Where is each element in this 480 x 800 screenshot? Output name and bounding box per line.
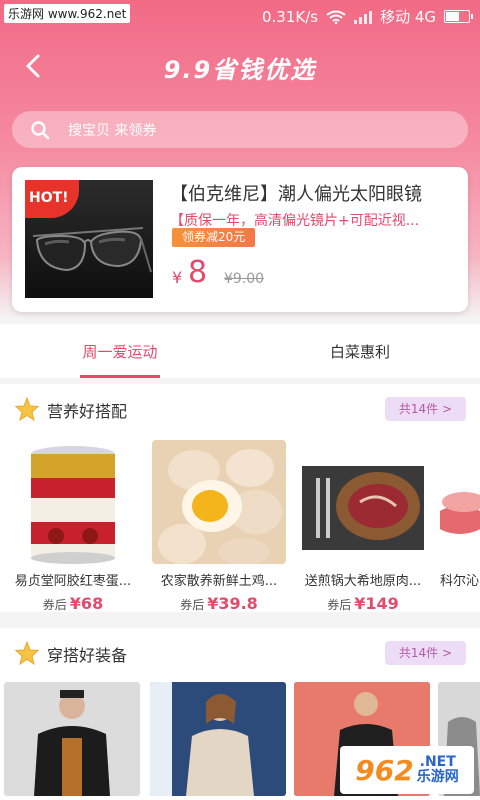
page-title: 9.9省钱优选 (163, 56, 317, 84)
price-value: ¥149 (354, 594, 399, 612)
status-bar: 乐游网 www.962.net 0.31K/s 移动 4G (0, 0, 480, 32)
section-title: 穿搭好装备 (47, 646, 128, 665)
product-price: 券后 ¥149 (296, 594, 430, 612)
product-row: 易贞堂阿胶红枣蛋... 券后¥68 农家散养新鲜土鸡... 券后¥39.8 (0, 432, 480, 612)
logo-number: 962 (355, 753, 414, 787)
steak-image (296, 440, 430, 564)
eggs-image (152, 440, 286, 564)
star-icon (15, 641, 39, 665)
meat-rolls-image (440, 440, 480, 564)
product-card[interactable]: 科尔沁 (440, 440, 480, 589)
network-speed: 0.31K/s (261, 7, 319, 26)
category-tabs: 周一爱运动 白菜惠利 (0, 324, 480, 378)
logo-text: .NET 乐游网 (416, 753, 459, 786)
featured-description: 【质保一年，高清偏光镜片+可配近视... (170, 213, 420, 229)
carrier-label: 移动 4G (380, 8, 436, 26)
featured-title: 【伯克维尼】潮人偏光太阳眼镜 (170, 184, 422, 205)
product-card[interactable]: 送煎锅大希地原肉... 券后 ¥149 (296, 440, 430, 612)
site-logo-watermark: 962 .NET 乐游网 (340, 746, 474, 794)
price-label: 券后 (327, 598, 352, 612)
search-icon (31, 120, 50, 139)
logo-net: .NET (419, 753, 456, 770)
product-price: 券后 ¥68 (6, 594, 140, 612)
wifi-icon (326, 10, 346, 24)
tab-label: 白菜惠利 (329, 343, 390, 361)
featured-price: 8 (188, 255, 208, 290)
section-more-button[interactable]: 共14件 > (384, 397, 466, 421)
product-name: 送煎锅大希地原肉... (304, 574, 422, 589)
battery-icon (444, 10, 473, 23)
price-label: 券后 (180, 598, 205, 612)
product-price: 券后 ¥39.8 (152, 594, 286, 612)
original-price: ¥9.00 (224, 271, 265, 287)
tab-cabbage-deals[interactable]: 白菜惠利 (240, 324, 480, 378)
product-name: 易贞堂阿胶红枣蛋... (14, 574, 132, 589)
tab-monday-sports[interactable]: 周一爱运动 (0, 324, 240, 378)
star-icon (15, 397, 39, 421)
logo-site: 乐游网 (416, 769, 459, 785)
product-name: 农家散养新鲜土鸡... (160, 574, 278, 589)
clothing-image[interactable] (4, 682, 140, 796)
section-title: 营养好搭配 (47, 402, 128, 421)
product-name: 科尔沁 (440, 574, 480, 589)
site-watermark: 乐游网 www.962.net (4, 4, 131, 23)
featured-product-card[interactable]: HOT! 【伯克维尼】潮人偏光太阳眼镜 【质保一年，高清偏光镜片+可配近视...… (12, 167, 468, 312)
price-value: ¥39.8 (207, 594, 258, 612)
coupon-tag[interactable]: 领券减20元 (172, 228, 256, 247)
section-more-button[interactable]: 共14件 > (384, 641, 466, 665)
product-card[interactable]: 易贞堂阿胶红枣蛋... 券后 ¥68 (6, 440, 140, 612)
sunglasses-image: HOT! (25, 180, 153, 298)
price-currency: ¥ (172, 268, 183, 287)
milk-powder-can-image (6, 440, 140, 564)
signal-icon (354, 10, 373, 24)
search-input[interactable]: 搜宝贝 来领券 (12, 111, 468, 148)
price-label: 券后 (42, 598, 67, 612)
tab-label: 周一爱运动 (82, 343, 158, 361)
price-value: ¥68 (69, 594, 104, 612)
clothing-image[interactable] (150, 682, 286, 796)
product-card[interactable]: 农家散养新鲜土鸡... 券后 ¥39.8 (152, 440, 286, 612)
search-placeholder: 搜宝贝 来领券 (68, 122, 157, 139)
section-nutrition: 营养好搭配 共14件 > 易贞堂阿胶红枣蛋... 券后 ¥68 农家散养新鲜土鸡… (0, 384, 480, 612)
